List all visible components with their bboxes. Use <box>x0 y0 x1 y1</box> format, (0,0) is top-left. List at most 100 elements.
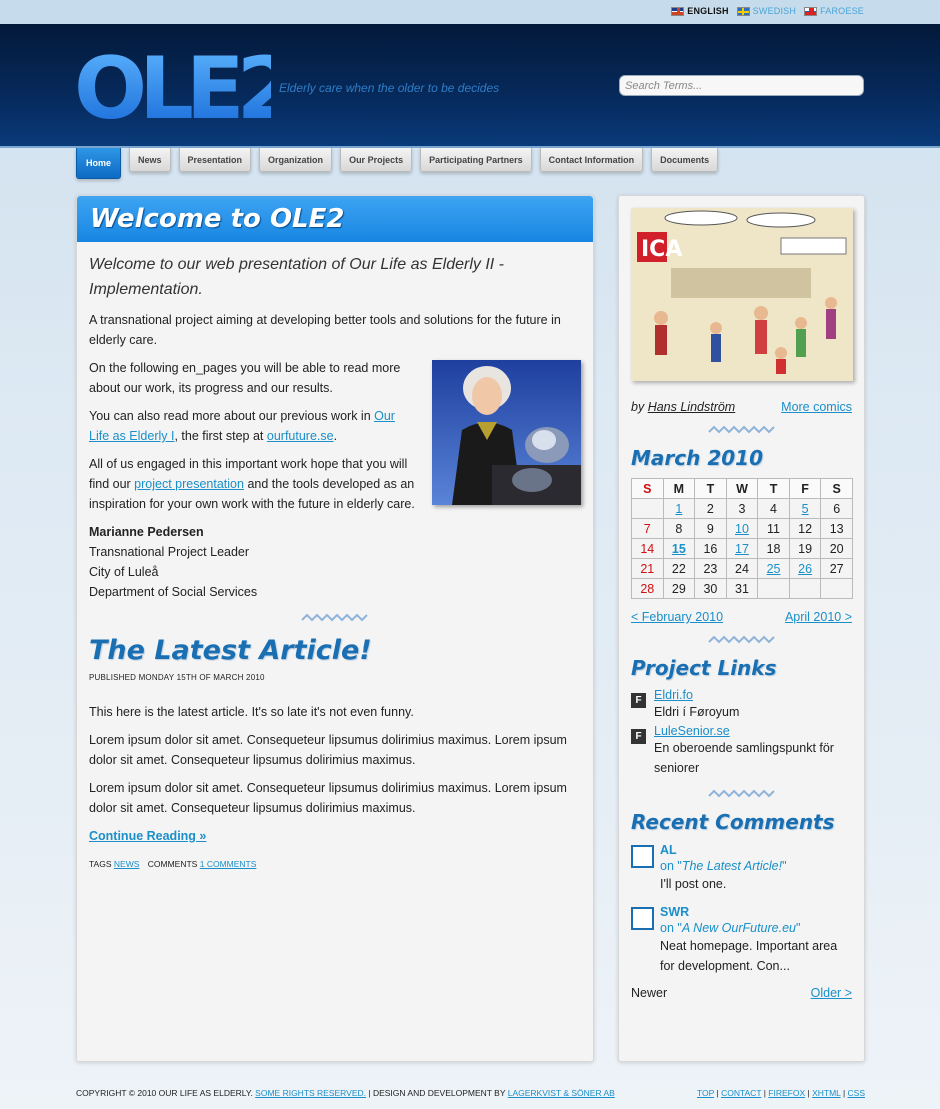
lang-faroese[interactable]: FAROESE <box>804 6 864 16</box>
footer-contact-link[interactable]: CONTACT <box>721 1088 761 1098</box>
comments-newer: Newer <box>631 986 668 1000</box>
calendar-day <box>631 498 664 519</box>
main-navigation: Home News Presentation Organization Our … <box>76 148 719 180</box>
article-paragraph-2: Lorem ipsum dolor sit amet. Consequeteur… <box>89 733 567 767</box>
nav-news[interactable]: News <box>129 148 171 172</box>
intro-text: Welcome to our web presentation of Our L… <box>89 256 505 298</box>
more-comics-link[interactable]: More comics <box>781 400 852 414</box>
calendar-day-link[interactable]: 25 <box>767 562 781 576</box>
comment-on[interactable]: on "The Latest Article!" <box>660 858 787 874</box>
footer-links: TOP | CONTACT | FIREFOX | XHTML | CSS <box>696 1088 865 1098</box>
nav-participating-partners[interactable]: Participating Partners <box>420 148 532 172</box>
comic-strip-image[interactable]: ICA <box>631 208 853 381</box>
footer-top-link[interactable]: TOP <box>697 1088 714 1098</box>
comment-author[interactable]: SWR <box>660 904 852 920</box>
search-input[interactable] <box>619 75 864 96</box>
comments-older-link[interactable]: Older > <box>811 986 852 1000</box>
comic-byline: by Hans Lindström <box>631 400 735 414</box>
footer-css-link[interactable]: CSS <box>848 1088 865 1098</box>
avatar-placeholder-icon <box>631 907 654 930</box>
calendar-day: 13 <box>820 518 853 539</box>
calendar-day[interactable]: 15 <box>662 538 696 559</box>
footer-designer-link[interactable]: LAGERKVIST & SÖNER AB <box>508 1088 615 1098</box>
calendar-day[interactable]: 17 <box>725 538 759 559</box>
comment-author[interactable]: AL <box>660 842 787 858</box>
calendar-day: 12 <box>788 518 822 539</box>
project-presentation-link[interactable]: project presentation <box>134 477 244 491</box>
comment-on[interactable]: on "A New OurFuture.eu" <box>660 920 852 936</box>
calendar-day-link[interactable]: 5 <box>802 502 809 516</box>
footer-rights-link[interactable]: SOME RIGHTS RESERVED. <box>255 1088 366 1098</box>
calendar-day-header: S <box>631 478 664 499</box>
calendar-day[interactable]: 26 <box>788 558 822 579</box>
uk-flag-icon <box>671 6 685 16</box>
project-links: F Eldri.fo Eldri í Føroyum F LuleSenior.… <box>631 688 852 778</box>
ourfuture-link[interactable]: ourfuture.se <box>267 429 334 443</box>
site-tagline: Elderly care when the older to be decide… <box>279 81 500 95</box>
sweden-flag-icon <box>736 6 750 16</box>
calendar-day: 6 <box>820 498 853 519</box>
calendar-day-link[interactable]: 26 <box>798 562 812 576</box>
nav-our-projects[interactable]: Our Projects <box>340 148 413 172</box>
footer-xhtml-link[interactable]: XHTML <box>812 1088 841 1098</box>
tag-news-link[interactable]: NEWS <box>114 859 140 869</box>
nav-home[interactable]: Home <box>76 148 122 179</box>
project-link-item: F LuleSenior.se En oberoende samlingspun… <box>631 724 852 778</box>
nav-presentation[interactable]: Presentation <box>178 148 252 172</box>
article-title[interactable]: The Latest Article! <box>89 634 581 668</box>
paragraph-3-mid: , the first step at <box>174 429 267 443</box>
calendar-day[interactable]: 5 <box>788 498 822 519</box>
calendar-week-row: 123456 <box>631 498 853 519</box>
calendar-day[interactable]: 25 <box>757 558 790 579</box>
lang-swedish[interactable]: SWEDISH <box>736 6 796 16</box>
nav-documents[interactable]: Documents <box>651 148 719 172</box>
comments-label: COMMENTS <box>147 859 198 869</box>
recent-comments-title: Recent Comments <box>631 810 835 834</box>
footer-credits: COPYRIGHT © 2010 OUR LIFE AS ELDERLY. SO… <box>76 1088 615 1098</box>
continue-reading-link[interactable]: Continue Reading » <box>89 829 206 843</box>
calendar-week-row: 14 15 16 17 18 19 20 <box>631 538 853 559</box>
calendar-day[interactable]: 10 <box>725 518 759 539</box>
comic-meta: by Hans Lindström More comics <box>631 400 852 414</box>
calendar-day: 30 <box>694 578 727 599</box>
article-tags: TAGS NEWS COMMENTS 1 COMMENTS <box>89 854 581 874</box>
comments-count-link[interactable]: 1 COMMENTS <box>200 859 257 869</box>
calendar-navigation: < February 2010 April 2010 > <box>631 610 852 624</box>
calendar-day-link[interactable]: 17 <box>735 542 749 556</box>
calendar-day: 22 <box>662 558 696 579</box>
calendar-day[interactable]: 1 <box>662 498 696 519</box>
calendar-week-row: 7 8 9 10 11 12 13 <box>631 518 853 539</box>
wave-divider-icon <box>707 425 775 434</box>
comment-article-title: A New OurFuture.eu <box>681 921 796 935</box>
calendar-day: 7 <box>631 518 664 539</box>
eldri-description: Eldri í Føroyum <box>654 705 740 719</box>
comic-author-link[interactable]: Hans Lindström <box>648 400 736 414</box>
calendar-day-header: M <box>662 478 696 499</box>
welcome-header: Welcome to OLE2 <box>77 196 593 242</box>
lang-english[interactable]: ENGLISH <box>671 6 728 16</box>
wave-divider-icon <box>707 789 775 798</box>
avatar-placeholder-icon <box>631 845 654 868</box>
calendar-day: 19 <box>788 538 822 559</box>
nav-contact-information[interactable]: Contact Information <box>539 148 644 172</box>
calendar-prev-month-link[interactable]: < February 2010 <box>631 610 723 624</box>
lulesenior-link[interactable]: LuleSenior.se <box>654 724 730 738</box>
eldri-link[interactable]: Eldri.fo <box>654 688 693 702</box>
calendar-day-link[interactable]: 10 <box>735 522 749 536</box>
article-paragraph-3: Lorem ipsum dolor sit amet. Consequeteur… <box>89 781 567 815</box>
calendar-day: 28 <box>631 578 664 599</box>
ole2-logo[interactable]: OLE2 <box>76 48 271 126</box>
footer-design-label: | DESIGN AND DEVELOPMENT BY <box>366 1088 508 1098</box>
nav-organization[interactable]: Organization <box>259 148 333 172</box>
calendar-day-link[interactable]: 15 <box>672 542 686 556</box>
f-badge-icon: F <box>631 693 646 708</box>
calendar: S M T W T F S 1 2 3 4 5 6 7 8 9 10 11 12 13 14 15 16 17 1… <box>631 478 853 599</box>
main-content: Welcome to OLE2 Welcome to our web prese… <box>76 195 594 1062</box>
calendar-day: 16 <box>694 538 727 559</box>
paragraph-3-post: . <box>333 429 338 443</box>
calendar-next-month-link[interactable]: April 2010 > <box>785 610 852 624</box>
signature: Marianne Pedersen Transnational Project … <box>89 522 581 602</box>
calendar-day <box>788 578 822 599</box>
calendar-day-link[interactable]: 1 <box>675 502 682 516</box>
footer-firefox-link[interactable]: FIREFOX <box>768 1088 805 1098</box>
